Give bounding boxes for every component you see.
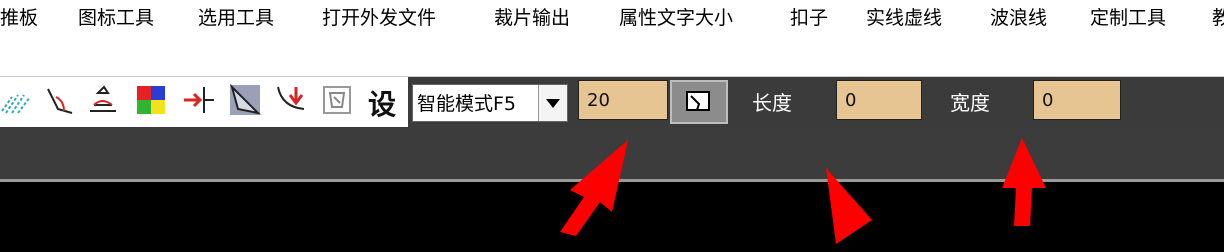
menu-item-overflow[interactable]: 教 — [1212, 3, 1224, 30]
field-option-button[interactable] — [670, 80, 728, 124]
tool-icons-group: 设 — [0, 77, 408, 127]
menu-item-attribute-text-size[interactable]: 属性文字大小 — [619, 3, 733, 30]
angle-tool-icon[interactable] — [42, 83, 76, 117]
status-strip — [0, 127, 1224, 182]
drawing-canvas[interactable] — [0, 182, 1224, 252]
size-input[interactable] — [578, 80, 668, 120]
color-palette-icon[interactable] — [134, 83, 168, 117]
split-point-tool-icon[interactable] — [182, 83, 216, 117]
menu-item-select-tools[interactable]: 选用工具 — [198, 3, 274, 30]
menu-item-wave-line[interactable]: 波浪线 — [990, 3, 1047, 30]
wave-line-tool-icon[interactable] — [0, 83, 34, 117]
chevron-down-icon[interactable] — [538, 85, 567, 121]
toolbar-spacer — [0, 38, 1224, 76]
length-input[interactable] — [836, 80, 922, 120]
down-arrow-curve-tool-icon[interactable] — [274, 83, 308, 117]
menu-item-piece-output[interactable]: 裁片输出 — [494, 3, 570, 30]
menu-item-push-board[interactable]: 推板 — [0, 3, 38, 30]
menu-bar: 推板 图标工具 选用工具 打开外发文件 裁片输出 属性文字大小 扣子 实线虚线 … — [0, 0, 1224, 39]
triangle-fold-tool-icon[interactable] — [228, 83, 262, 117]
mode-select[interactable]: 智能模式F5 — [412, 84, 568, 122]
menu-item-icon-tools[interactable]: 图标工具 — [78, 3, 154, 30]
mode-select-value: 智能模式F5 — [417, 93, 517, 115]
menu-item-custom-tools[interactable]: 定制工具 — [1090, 3, 1166, 30]
width-label: 宽度 — [950, 91, 990, 115]
notch-tool-icon[interactable] — [86, 83, 120, 117]
menu-item-buttons[interactable]: 扣子 — [790, 3, 828, 30]
settings-button[interactable]: 设 — [368, 83, 396, 123]
menu-item-open-external-file[interactable]: 打开外发文件 — [322, 3, 436, 30]
menu-item-solid-dashed-line[interactable]: 实线虚线 — [866, 3, 942, 30]
width-input[interactable] — [1033, 80, 1121, 120]
checkbox-icon — [686, 91, 710, 111]
pattern-piece-tool-icon[interactable] — [320, 83, 354, 117]
length-label: 长度 — [752, 91, 792, 115]
